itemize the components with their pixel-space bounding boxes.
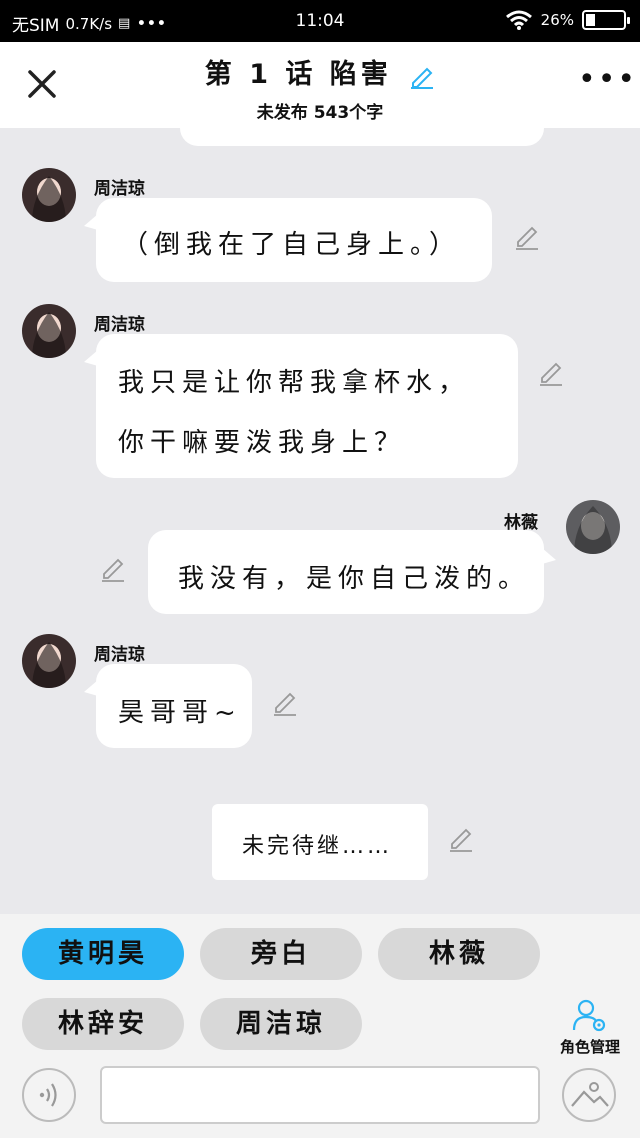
message-bubble[interactable]: 我没有，是你自己泼的。: [148, 530, 544, 614]
editor-header: 第 1 话 陷害 未发布 543个字 •••: [0, 42, 640, 128]
wifi-icon: [505, 10, 532, 30]
role-panel: 黄明昊 旁白 林薇 林辞安 周洁琼 角色管理: [0, 914, 640, 1138]
chapter-status: 未发布 543个字: [256, 103, 384, 123]
avatar-image: [22, 168, 76, 222]
battery-level: [586, 14, 596, 26]
voice-input-button[interactable]: [22, 1068, 76, 1122]
status-right: 26%: [505, 9, 630, 31]
role-manage-label: 角色管理: [559, 1038, 620, 1056]
message-text: 我只是让你帮我拿杯水，: [118, 368, 471, 398]
message-bubble[interactable]: （倒我在了自己身上。）: [96, 198, 492, 282]
to-be-continued-text: 未完待继……: [242, 834, 393, 859]
edit-message-icon[interactable]: [538, 360, 564, 386]
edit-ending-icon[interactable]: [448, 826, 474, 852]
image-button[interactable]: [562, 1068, 616, 1122]
status-bar: 无SIM 0.7K/s ▤ ••• 11:04 26%: [0, 0, 640, 42]
message-text: 你干嘛要泼我身上？: [118, 428, 407, 458]
voice-icon: [39, 1083, 57, 1107]
message-bubble[interactable]: 我只是让你帮我拿杯水， 你干嘛要泼我身上？: [96, 334, 518, 478]
bubble-tail: [542, 548, 556, 564]
avatar[interactable]: [566, 500, 620, 554]
chapter-title[interactable]: 第 1 话 陷害: [0, 52, 640, 91]
avatar[interactable]: [22, 634, 76, 688]
speaker-name: 周洁琼: [94, 315, 145, 335]
role-chip[interactable]: 林薇: [378, 928, 540, 980]
role-chip[interactable]: 林辞安: [22, 998, 184, 1050]
to-be-continued-card[interactable]: 未完待继……: [212, 804, 428, 880]
avatar[interactable]: [22, 168, 76, 222]
battery-percent: 26%: [540, 11, 574, 29]
avatar-image: [22, 304, 76, 358]
role-chip[interactable]: 周洁琼: [200, 998, 362, 1050]
edit-message-icon[interactable]: [100, 556, 126, 582]
edit-message-icon[interactable]: [272, 690, 298, 716]
role-chip[interactable]: 旁白: [200, 928, 362, 980]
role-chip[interactable]: 黄明昊: [22, 928, 184, 980]
speaker-name: 周洁琼: [94, 645, 145, 665]
avatar-image: [566, 500, 620, 554]
battery-icon: [582, 10, 630, 30]
message-text: （倒我在了自己身上。）: [122, 230, 462, 260]
edit-message-icon[interactable]: [514, 224, 540, 250]
message-input[interactable]: [100, 1066, 540, 1124]
chapter-title-text: 第 1 话 陷害: [204, 59, 392, 90]
message-bubble[interactable]: 昊哥哥~: [96, 664, 252, 748]
user-settings-icon: [572, 999, 606, 1032]
role-manage-button[interactable]: 角色管理: [550, 998, 630, 1057]
image-icon: [571, 1082, 609, 1107]
speaker-name: 周洁琼: [94, 179, 145, 199]
more-icon[interactable]: •••: [578, 65, 635, 100]
title-edit-icon[interactable]: [409, 63, 435, 89]
message-text: 昊哥哥~: [118, 698, 242, 728]
avatar[interactable]: [22, 304, 76, 358]
message-text: 我没有，是你自己泼的。: [178, 564, 531, 594]
chat-area[interactable]: 周洁琼 （倒我在了自己身上。） 周洁琼 我只是让你帮我拿杯水， 你干嘛要泼我身上…: [0, 128, 640, 914]
avatar-image: [22, 634, 76, 688]
previous-bubble: [180, 128, 544, 146]
